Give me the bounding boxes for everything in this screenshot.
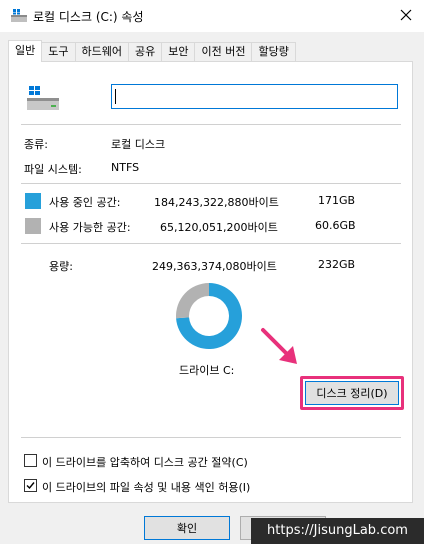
filesystem-label: 파일 시스템: (24, 163, 82, 176)
type-label: 종류: (24, 138, 48, 151)
separator (21, 437, 401, 438)
text-caret (115, 89, 116, 104)
separator (21, 183, 401, 184)
close-button[interactable] (392, 2, 420, 28)
capacity-size: 232GB (318, 258, 356, 271)
drive-icon (11, 9, 27, 22)
window-title: 로컬 디스크 (C:) 속성 (33, 10, 144, 24)
tab-security[interactable]: 보안 (162, 42, 196, 62)
free-space-bytes: 65,120,051,200바이트 (160, 221, 278, 234)
used-space-swatch (25, 193, 41, 209)
ok-button[interactable]: 확인 (144, 516, 230, 540)
used-space-label: 사용 중인 공간: (49, 196, 121, 209)
index-label: 이 드라이브의 파일 속성 및 내용 색인 허용(I) (42, 481, 251, 494)
type-value: 로컬 디스크 (111, 138, 166, 151)
free-space-slice (176, 283, 209, 319)
disk-cleanup-button[interactable]: 디스크 정리(D) (305, 381, 399, 405)
index-checkbox[interactable] (24, 479, 37, 492)
capacity-bytes: 249,363,374,080바이트 (152, 260, 277, 273)
tab-general[interactable]: 일반 (8, 40, 43, 62)
tab-quota[interactable]: 할당량 (252, 42, 296, 62)
general-panel: 종류: 로컬 디스크 파일 시스템: NTFS 사용 중인 공간: 184,24… (8, 61, 413, 503)
drive-large-icon (27, 86, 59, 110)
checkmark-icon (26, 482, 35, 490)
free-space-label: 사용 가능한 공간: (49, 221, 131, 234)
capacity-label: 용량: (49, 260, 73, 273)
separator (21, 124, 401, 125)
pointer-arrow-icon (261, 328, 297, 364)
separator (21, 243, 401, 244)
title-bar: 로컬 디스크 (C:) 속성 (0, 0, 424, 32)
used-space-size: 171GB (318, 194, 356, 207)
window-body: 일반 도구 하드웨어 공유 보안 이전 버전 할당량 종류: 로컬 디스크 파일… (0, 32, 424, 544)
tab-strip: 일반 도구 하드웨어 공유 보안 이전 버전 할당량 (8, 40, 296, 62)
free-space-swatch (25, 218, 41, 234)
tab-tools[interactable]: 도구 (42, 42, 76, 62)
used-space-bytes: 184,243,322,880바이트 (154, 196, 279, 209)
filesystem-value: NTFS (111, 161, 140, 174)
tab-hardware[interactable]: 하드웨어 (75, 42, 129, 62)
close-icon (400, 9, 412, 21)
watermark: https://JisungLab.com (251, 518, 424, 544)
tab-sharing[interactable]: 공유 (128, 42, 163, 62)
usage-donut-chart (176, 283, 242, 349)
drive-name-input[interactable] (111, 84, 398, 109)
free-space-size: 60.6GB (315, 219, 356, 232)
tab-previous-versions[interactable]: 이전 버전 (195, 42, 253, 62)
compress-label: 이 드라이브를 압축하여 디스크 공간 절약(C) (42, 456, 248, 469)
drive-label: 드라이브 C: (179, 364, 235, 377)
compress-checkbox[interactable] (24, 454, 37, 467)
